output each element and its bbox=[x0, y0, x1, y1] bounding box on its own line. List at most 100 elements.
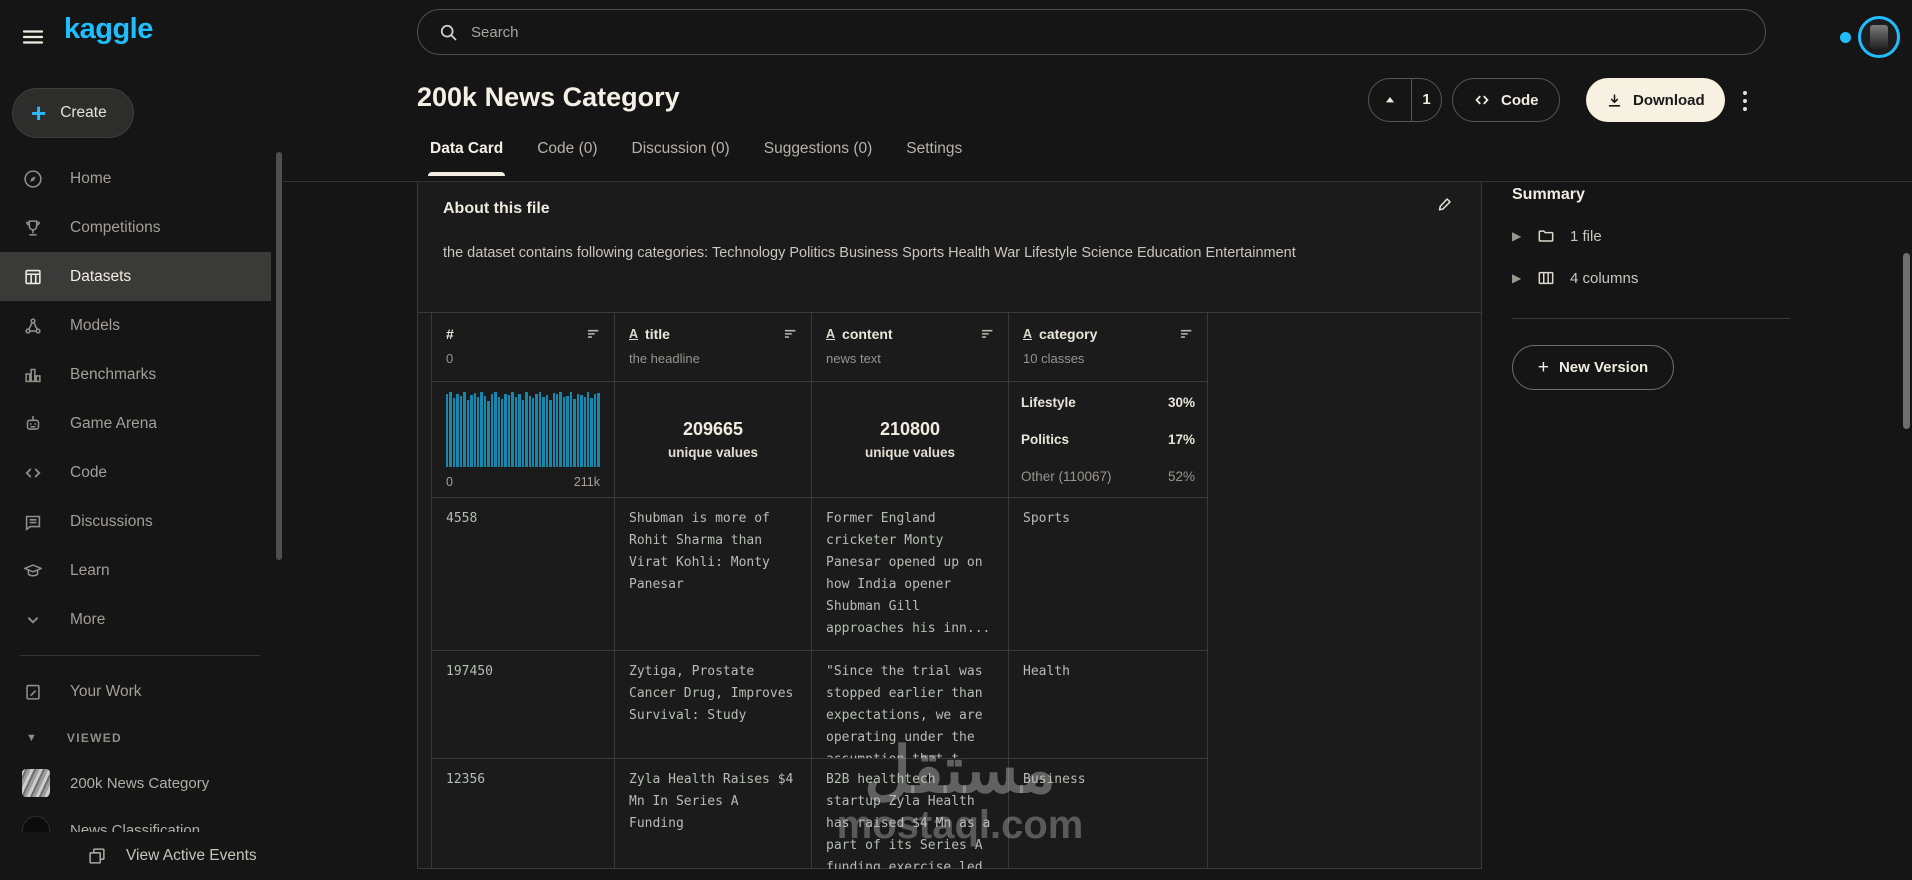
view-active-events-button[interactable]: View Active Events bbox=[0, 832, 283, 880]
create-button[interactable]: + Create bbox=[12, 88, 134, 138]
view-active-events-label: View Active Events bbox=[126, 847, 257, 864]
text-type-icon: A bbox=[629, 326, 639, 341]
text-type-icon: A bbox=[1023, 326, 1033, 341]
caret-down-icon: ▼ bbox=[26, 732, 37, 744]
user-avatar[interactable] bbox=[1858, 16, 1900, 58]
viewed-section-header[interactable]: ▼ VIEWED bbox=[0, 723, 271, 753]
sidebar-item-benchmarks[interactable]: Benchmarks bbox=[0, 350, 271, 399]
content-unique-cell: 210800 unique values bbox=[812, 382, 1009, 498]
search-icon bbox=[438, 22, 459, 43]
caret-right-icon[interactable]: ▶ bbox=[1512, 229, 1522, 243]
column-header-content[interactable]: A content news text bbox=[812, 313, 1009, 382]
column-filter-icon[interactable] bbox=[979, 325, 996, 342]
sidebar-item-code[interactable]: Code bbox=[0, 448, 271, 497]
sidebar-item-label: Datasets bbox=[70, 267, 132, 285]
tab-data-card[interactable]: Data Card bbox=[427, 140, 506, 176]
table-cell-category: Business bbox=[1009, 759, 1208, 869]
page-scrollbar[interactable] bbox=[1903, 253, 1910, 429]
sidebar-item-label: Your Work bbox=[70, 682, 142, 700]
tab-code[interactable]: Code (0) bbox=[537, 140, 597, 176]
sidebar-item-your-work[interactable]: Your Work bbox=[0, 667, 271, 716]
table-cell-id: 4558 bbox=[432, 498, 615, 651]
edit-pencil-icon[interactable] bbox=[1435, 194, 1455, 214]
sidebar-nav: Home Competitions Datasets Models Benchm… bbox=[0, 154, 271, 644]
distribution-pct: 17% bbox=[1167, 432, 1195, 447]
tab-suggestions[interactable]: Suggestions (0) bbox=[764, 140, 873, 176]
distribution-pct: 52% bbox=[1167, 469, 1195, 484]
column-header-title[interactable]: A title the headline bbox=[615, 313, 812, 382]
table-cell-category: Sports bbox=[1009, 498, 1208, 651]
column-subtitle: news text bbox=[826, 351, 881, 366]
sidebar-item-models[interactable]: Models bbox=[0, 301, 271, 350]
vote-count[interactable]: 1 bbox=[1411, 79, 1441, 121]
summary-columns-label: 4 columns bbox=[1570, 269, 1639, 287]
column-filter-icon[interactable] bbox=[585, 325, 602, 342]
column-name: # bbox=[446, 325, 454, 342]
page-title: 200k News Category bbox=[417, 82, 680, 112]
table-cell-content: "Since the trial was stopped earlier tha… bbox=[812, 651, 1009, 759]
search-bar[interactable] bbox=[417, 9, 1766, 55]
tab-discussion[interactable]: Discussion (0) bbox=[632, 140, 730, 176]
download-button[interactable]: Download bbox=[1586, 78, 1725, 122]
unique-count: 210800 bbox=[879, 419, 941, 439]
sidebar-scrollbar[interactable] bbox=[276, 152, 282, 560]
unique-count: 209665 bbox=[682, 419, 744, 439]
id-histogram-bars bbox=[446, 392, 600, 467]
column-subtitle: 0 bbox=[446, 351, 454, 366]
create-label: Create bbox=[60, 104, 107, 121]
unique-label: unique values bbox=[864, 445, 956, 460]
code-button[interactable]: Code bbox=[1452, 78, 1560, 122]
table-cell-title: Shubman is more of Rohit Sharma than Vir… bbox=[615, 498, 812, 651]
sidebar-item-label: Models bbox=[70, 316, 120, 334]
column-header-category[interactable]: A category 10 classes bbox=[1009, 313, 1208, 382]
sidebar-item-competitions[interactable]: Competitions bbox=[0, 203, 271, 252]
tab-settings[interactable]: Settings bbox=[906, 140, 962, 176]
summary-panel: Summary ▶ 1 file ▶ 4 columns + New Versi… bbox=[1512, 186, 1792, 390]
sidebar-item-learn[interactable]: Learn bbox=[0, 546, 271, 595]
distribution-label: Politics bbox=[1021, 432, 1070, 447]
sidebar-item-datasets[interactable]: Datasets bbox=[0, 252, 271, 301]
more-options-kebab-icon[interactable] bbox=[1735, 86, 1755, 116]
title-unique-cell: 209665 unique values bbox=[615, 382, 812, 498]
index-histogram-cell: 0 211k bbox=[432, 382, 615, 498]
code-button-label: Code bbox=[1501, 91, 1539, 109]
plus-icon: + bbox=[31, 98, 47, 128]
viewed-label: VIEWED bbox=[66, 731, 123, 745]
sidebar-item-label: Learn bbox=[70, 561, 110, 579]
sidebar-item-label: More bbox=[70, 610, 106, 628]
column-filter-icon[interactable] bbox=[782, 325, 799, 342]
distribution-pct: 30% bbox=[1167, 395, 1195, 410]
sidebar-item-discussions[interactable]: Discussions bbox=[0, 497, 271, 546]
sidebar-item-home[interactable]: Home bbox=[0, 154, 271, 203]
search-input[interactable] bbox=[471, 23, 1745, 41]
sidebar-item-label: Discussions bbox=[70, 512, 153, 530]
download-icon bbox=[1606, 92, 1623, 109]
viewed-item-200k-news[interactable]: 200k News Category bbox=[0, 761, 271, 805]
columns-icon bbox=[1536, 268, 1556, 288]
distribution-label: Lifestyle bbox=[1021, 395, 1076, 410]
table-cell-title: Zytiga, Prostate Cancer Drug, Improves S… bbox=[615, 651, 812, 759]
column-filter-icon[interactable] bbox=[1178, 325, 1195, 342]
upvote-button[interactable]: 1 bbox=[1368, 78, 1442, 122]
histogram-max-label: 211k bbox=[573, 475, 600, 489]
column-subtitle: the headline bbox=[629, 351, 700, 366]
column-header-index[interactable]: # 0 bbox=[432, 313, 615, 382]
summary-columns-row[interactable]: ▶ 4 columns bbox=[1512, 268, 1792, 288]
summary-files-row[interactable]: ▶ 1 file bbox=[1512, 226, 1792, 246]
category-distribution-cell: Lifestyle 30% Politics 17% Other (110067… bbox=[1009, 382, 1208, 498]
sidebar-item-game-arena[interactable]: Game Arena bbox=[0, 399, 271, 448]
column-name: content bbox=[842, 325, 893, 342]
summary-files-label: 1 file bbox=[1570, 227, 1602, 245]
upvote-arrow-icon[interactable] bbox=[1369, 79, 1411, 121]
table-cell-id: 197450 bbox=[432, 651, 615, 759]
code-brackets-icon bbox=[1473, 91, 1491, 109]
caret-right-icon[interactable]: ▶ bbox=[1512, 271, 1522, 285]
datasets-icon bbox=[22, 266, 44, 288]
graduation-cap-icon bbox=[22, 560, 44, 582]
sidebar-item-more[interactable]: More bbox=[0, 595, 271, 644]
avatar-image bbox=[1870, 25, 1888, 49]
download-button-label: Download bbox=[1633, 91, 1705, 109]
data-card-panel: About this file the dataset contains fol… bbox=[417, 182, 1482, 869]
column-name: title bbox=[645, 325, 670, 342]
new-version-button[interactable]: + New Version bbox=[1512, 345, 1674, 390]
